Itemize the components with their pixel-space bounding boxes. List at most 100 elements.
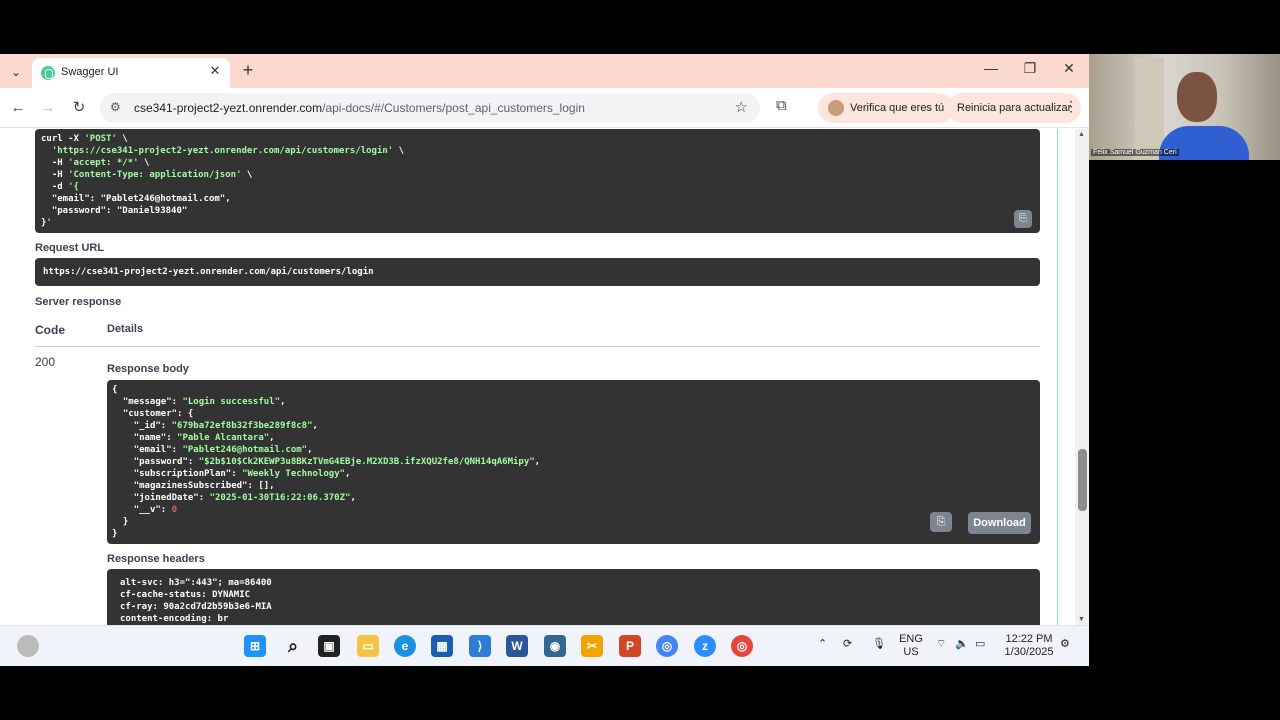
microphone-icon[interactable]: 🎙	[872, 638, 886, 651]
divider	[35, 346, 1040, 347]
clock-time: 12:22 PM	[1005, 633, 1053, 645]
curl-line: -d '{	[41, 182, 79, 192]
response-body-line: "name": "Pable Alcantara",	[133, 433, 275, 443]
tab-title: Swagger UI	[61, 66, 119, 78]
request-url-value[interactable]: https://cse341-project2-yezt.onrender.co…	[35, 258, 1040, 286]
powerpoint-icon[interactable]: P	[619, 635, 641, 657]
curl-line: -H 'accept: */*' \	[41, 158, 150, 168]
webcam-curtain	[1134, 58, 1164, 160]
store-icon[interactable]: ▦	[431, 635, 453, 657]
volume-icon[interactable]: 🔈	[955, 638, 969, 651]
response-body-line: }	[112, 529, 118, 539]
response-body-label: Response body	[107, 363, 189, 375]
response-body-line: }	[112, 517, 129, 527]
response-code: 200	[35, 355, 56, 369]
operation-border	[1057, 129, 1058, 625]
code-column-header: Code	[35, 323, 65, 337]
response-headers-code-block[interactable]: alt-svc: h3=":443"; ma=86400 cf-cache-sta…	[107, 569, 1040, 625]
update-label: Reinicia para actualizar	[957, 102, 1072, 114]
address-bar[interactable]: ⚙ cse341-project2-yezt.onrender.com/api-…	[100, 93, 760, 123]
page-scrollbar[interactable]: ▲ ▼	[1075, 129, 1089, 625]
tab-close-icon[interactable]: ✕	[206, 63, 224, 79]
wifi-icon[interactable]: ⌔	[936, 638, 946, 651]
clock-date: 1/30/2025	[1004, 646, 1054, 658]
forward-icon[interactable]: →	[38, 98, 58, 118]
curl-line: "password": "Daniel93840"	[41, 206, 188, 216]
response-body-line: "__v": 0	[133, 505, 178, 515]
chrome-profile-icon[interactable]: ◎	[731, 635, 753, 657]
postgres-icon[interactable]: ◉	[544, 635, 566, 657]
download-button[interactable]: Download	[968, 512, 1031, 534]
word-icon[interactable]: W	[506, 635, 528, 657]
start-icon[interactable]: ⊞	[244, 635, 266, 657]
curl-line: -H 'Content-Type: application/json' \	[41, 170, 253, 180]
language-indicator[interactable]: ENG US	[898, 633, 924, 659]
scrollbar-thumb[interactable]	[1078, 449, 1087, 511]
details-column-header: Details	[107, 323, 144, 335]
windows-taskbar: ⊞ ⌕ ▣ ▭ e ▦ ⟩ W ◉ ✂ P ◎ z ◎ ⌃ ⟳ 🎙 ENG US …	[0, 625, 1089, 666]
extensions-icon[interactable]: ⧉	[776, 97, 787, 114]
swagger-content: curl -X 'POST' \ 'https://cse341-project…	[0, 129, 1075, 625]
response-header-line: cf-cache-status: DYNAMIC	[120, 590, 251, 600]
site-info-icon[interactable]: ⚙	[110, 100, 121, 114]
curl-line: curl -X 'POST' \	[41, 134, 128, 144]
webcam-name-label: Felix Samuel Guzman Ceri	[1091, 149, 1179, 156]
swagger-favicon-icon	[41, 66, 55, 80]
curl-copy-icon[interactable]: ⎘	[1014, 210, 1032, 228]
request-url-label: Request URL	[35, 242, 105, 254]
menu-kebab-icon[interactable]: ⋮	[1064, 98, 1078, 115]
avatar	[828, 100, 844, 117]
back-icon[interactable]: ←	[8, 98, 28, 118]
response-headers-label: Response headers	[107, 553, 205, 565]
clock[interactable]: 12:22 PM 1/30/2025	[1002, 633, 1056, 659]
url-host: cse341-project2-yezt.onrender.com	[134, 101, 323, 115]
zoom-icon[interactable]: z	[694, 635, 716, 657]
scroll-up-icon[interactable]: ▲	[1078, 131, 1085, 138]
file-explorer-icon[interactable]: ▭	[357, 635, 379, 657]
notifications-icon[interactable]: ⚙	[1060, 638, 1070, 651]
response-copy-icon[interactable]: ⎘	[930, 512, 952, 532]
curl-line: "email": "Pablet246@hotmail.com",	[41, 194, 231, 204]
search-icon[interactable]: ⌕	[282, 635, 304, 657]
reload-icon[interactable]: ↻	[69, 98, 89, 118]
response-body-line: "joinedDate": "2025-01-30T16:22:06.370Z"…	[133, 493, 356, 503]
vscode-icon[interactable]: ⟩	[469, 635, 491, 657]
pinned-app-icon[interactable]: ✂	[581, 635, 603, 657]
window-close-icon[interactable]: ✕	[1057, 60, 1081, 77]
bookmark-star-icon[interactable]: ☆	[735, 98, 748, 116]
update-pill[interactable]: Reinicia para actualizar	[947, 93, 1082, 123]
widgets-icon[interactable]	[17, 635, 39, 657]
lang-bottom: US	[903, 646, 919, 658]
server-response-label: Server response	[35, 296, 122, 308]
curl-line: 'https://cse341-project2-yezt.onrender.c…	[51, 146, 405, 156]
restore-icon[interactable]: ❐	[1018, 60, 1042, 77]
chrome-icon[interactable]: ◎	[656, 635, 678, 657]
response-header-line: alt-svc: h3=":443"; ma=86400	[120, 578, 272, 588]
minimize-icon[interactable]: —	[979, 60, 1003, 76]
battery-icon[interactable]: ▭	[975, 638, 985, 651]
screen: ⌄ Swagger UI ✕ + — ❐ ✕ ← → ↻ ⚙ cse341-pr…	[0, 54, 1089, 666]
response-body-line: "_id": "679ba72ef8b32f3be289f8c8",	[133, 421, 318, 431]
scroll-down-icon[interactable]: ▼	[1078, 616, 1085, 623]
response-body-line: "customer": {	[122, 409, 194, 419]
response-body-code-block[interactable]: { "message": "Login successful", "custom…	[107, 380, 1040, 544]
url-text: cse341-project2-yezt.onrender.com/api-do…	[134, 101, 585, 115]
response-header-line: cf-ray: 90a2cd7d2b59b3e6-MIA	[120, 602, 272, 612]
response-body-line: "password": "$2b$10$Ck2KEWP3u8BKzTVmG4EB…	[133, 457, 541, 467]
tray-overflow-icon[interactable]: ⌃	[818, 638, 827, 651]
sync-icon[interactable]: ⟳	[843, 638, 852, 651]
task-view-icon[interactable]: ▣	[318, 635, 340, 657]
tab-search-dropdown-icon[interactable]: ⌄	[6, 62, 26, 82]
edge-icon[interactable]: e	[394, 635, 416, 657]
curl-line: }'	[41, 218, 52, 228]
browser-toolbar: ← → ↻ ⚙ cse341-project2-yezt.onrender.co…	[0, 88, 1089, 128]
new-tab-icon[interactable]: +	[238, 60, 258, 81]
response-body-line: "message": "Login successful",	[122, 397, 286, 407]
url-path: /api-docs/#/Customers/post_api_customers…	[322, 101, 585, 115]
tab-swagger-ui[interactable]: Swagger UI ✕	[32, 58, 230, 88]
curl-code-block[interactable]: curl -X 'POST' \ 'https://cse341-project…	[35, 129, 1040, 233]
profile-verify-pill[interactable]: Verifica que eres tú	[818, 93, 955, 123]
response-header-line: content-encoding: br	[120, 614, 229, 624]
response-body-line: "magazinesSubscribed": [],	[133, 481, 275, 491]
webcam-person-face	[1177, 72, 1217, 122]
